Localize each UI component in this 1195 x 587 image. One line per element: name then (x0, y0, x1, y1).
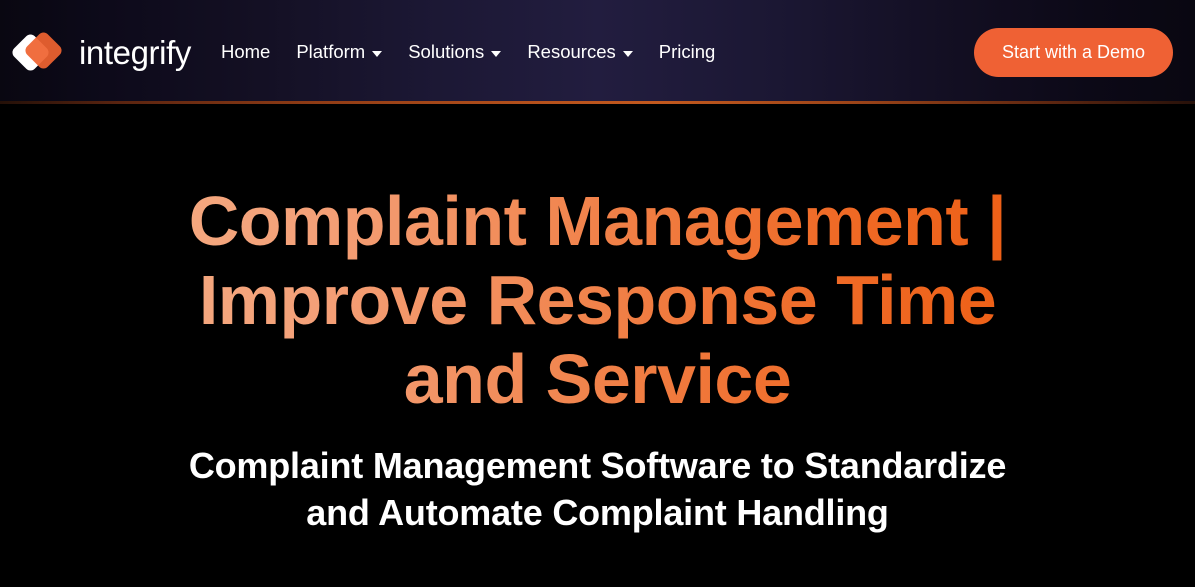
hero-title-line-1: Complaint Management | (188, 182, 1007, 260)
header-cta-container: Start with a Demo (973, 27, 1173, 77)
nav-item-platform-label: Platform (296, 40, 366, 62)
page-root: integrify Home Platform Solutions Resour… (0, 0, 1195, 587)
main-navigation: Home Platform Solutions Resources Pricin… (221, 37, 715, 68)
nav-item-resources-label: Resources (527, 40, 616, 62)
integrify-diamond-logo-icon (9, 29, 68, 75)
nav-item-solutions[interactable]: Solutions (408, 37, 502, 68)
hero-subtitle-line-2: and Automate Complaint Handling (306, 492, 889, 534)
hero-title-line-3: and Service (403, 340, 792, 419)
hero-section: Complaint Management | Improve Response … (0, 104, 1195, 587)
hero-subtitle: Complaint Management Software to Standar… (138, 443, 1058, 537)
chevron-down-icon (622, 50, 633, 57)
site-header: integrify Home Platform Solutions Resour… (0, 0, 1195, 104)
nav-item-solutions-label: Solutions (408, 40, 485, 62)
chevron-down-icon (491, 50, 502, 57)
brand-wordmark: integrify (79, 33, 191, 71)
nav-item-resources[interactable]: Resources (527, 37, 633, 68)
hero-subtitle-line-1: Complaint Management Software to Standar… (188, 445, 1007, 487)
start-with-a-demo-button[interactable]: Start with a Demo (973, 27, 1173, 77)
brand-logo-link[interactable]: integrify (9, 29, 191, 75)
nav-item-home-label: Home (220, 40, 271, 62)
hero-title: Complaint Management | Improve Response … (168, 182, 1028, 419)
hero-title-line-2: Improve Response Time (198, 261, 997, 340)
chevron-down-icon (372, 50, 383, 57)
header-accent-rule (0, 101, 1195, 104)
nav-item-pricing-label: Pricing (658, 40, 716, 62)
nav-item-home[interactable]: Home (221, 37, 270, 68)
nav-item-platform[interactable]: Platform (296, 37, 383, 68)
nav-item-pricing[interactable]: Pricing (659, 37, 716, 68)
